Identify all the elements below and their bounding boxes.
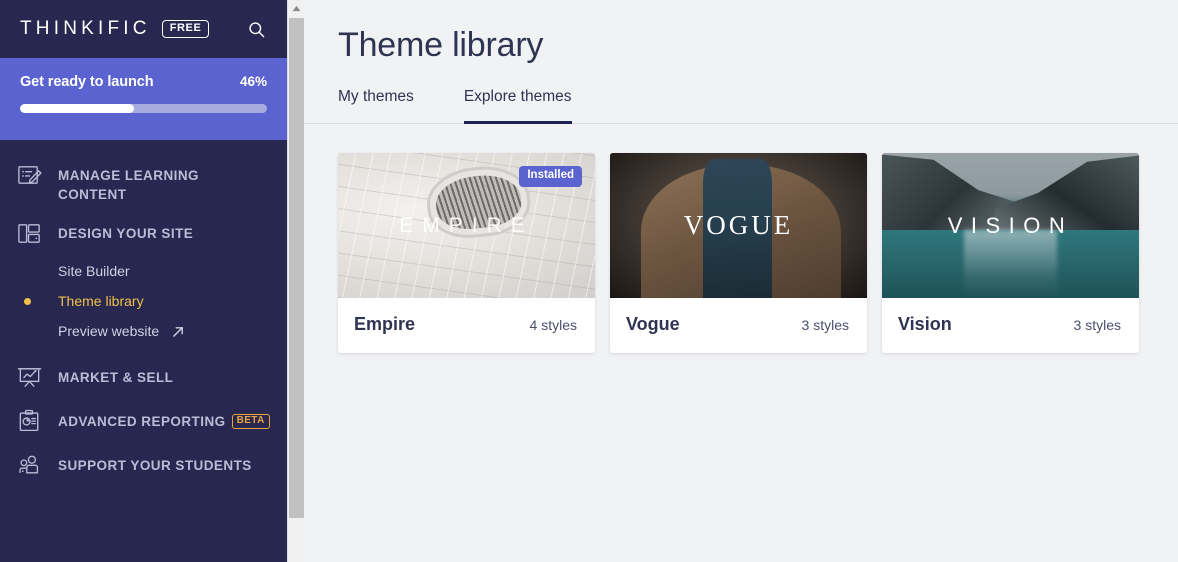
tab-bar: My themes Explore themes — [304, 88, 1178, 124]
sidebar-subitem-theme-library[interactable]: Theme library — [0, 286, 287, 316]
theme-preview-water — [882, 229, 1139, 298]
sidebar: THINKIFIC FREE Get ready to launch 46% M… — [0, 0, 287, 562]
theme-card-grid: EMPIRE Installed Empire 4 styles VOGUE V… — [304, 124, 1178, 353]
theme-name: Vision — [898, 314, 952, 334]
sidebar-item-label: SUPPORT YOUR STUDENTS — [58, 458, 252, 473]
app-root: THINKIFIC FREE Get ready to launch 46% M… — [0, 0, 1178, 562]
theme-card-vogue[interactable]: VOGUE Vogue 3 styles — [610, 153, 867, 353]
launch-progress-panel[interactable]: Get ready to launch 46% — [0, 58, 287, 140]
theme-thumbnail-word: VOGUE — [683, 210, 794, 240]
theme-style-count: 3 styles — [1073, 317, 1121, 333]
sidebar-item-advanced-reporting[interactable]: ADVANCED REPORTING BETA — [0, 400, 287, 444]
thinkific-logo: THINKIFIC — [20, 18, 151, 39]
page-title: Theme library — [338, 26, 544, 64]
theme-name: Vogue — [626, 314, 680, 334]
main-content: Theme library My themes Explore themes E… — [304, 0, 1178, 562]
external-link-icon — [172, 325, 185, 338]
tab-explore-themes[interactable]: Explore themes — [463, 88, 572, 124]
theme-name: Empire — [354, 314, 416, 334]
theme-card-footer: Vision 3 styles — [882, 298, 1139, 353]
theme-style-count: 4 styles — [529, 317, 577, 333]
progress-bar-fill — [20, 104, 134, 113]
theme-card-footer: Vogue 3 styles — [610, 298, 867, 353]
beta-badge: BETA — [231, 414, 270, 429]
theme-card-footer: Empire 4 styles — [338, 298, 595, 353]
sidebar-item-label-text: ADVANCED REPORTING — [58, 414, 226, 429]
presentation-chart-icon — [14, 362, 44, 392]
triangle-up-icon[interactable] — [288, 0, 304, 17]
theme-thumbnail: VISION — [882, 153, 1139, 298]
edit-document-icon — [14, 160, 44, 190]
sidebar-item-label: ADVANCED REPORTING BETA — [58, 408, 270, 431]
plan-badge-free: FREE — [161, 20, 210, 38]
sidebar-item-design-your-site[interactable]: DESIGN YOUR SITE — [0, 212, 287, 256]
status-badge-installed: Installed — [519, 166, 582, 187]
sidebar-scrollbar[interactable] — [287, 0, 304, 562]
active-dot-indicator — [24, 297, 31, 305]
sidebar-nav: MANAGE LEARNING CONTENT DESIGN YOUR SITE… — [0, 140, 287, 562]
theme-style-count: 3 styles — [801, 317, 849, 333]
sidebar-subitem-label: Theme library — [58, 293, 144, 309]
theme-card-vision[interactable]: VISION Vision 3 styles — [882, 153, 1139, 353]
sidebar-item-manage-learning-content[interactable]: MANAGE LEARNING CONTENT — [0, 154, 287, 212]
sidebar-header: THINKIFIC FREE — [0, 0, 287, 58]
sidebar-item-support-your-students[interactable]: SUPPORT YOUR STUDENTS — [0, 444, 287, 488]
clipboard-report-icon — [14, 406, 44, 436]
sidebar-subitem-site-builder[interactable]: Site Builder — [0, 256, 287, 286]
tab-my-themes[interactable]: My themes — [338, 88, 414, 124]
launch-progress-title: Get ready to launch — [20, 74, 154, 90]
theme-card-empire[interactable]: EMPIRE Installed Empire 4 styles — [338, 153, 595, 353]
theme-thumbnail: EMPIRE Installed — [338, 153, 595, 298]
launch-progress-row: Get ready to launch 46% — [20, 74, 267, 90]
scrollbar-thumb[interactable] — [289, 18, 304, 518]
sidebar-item-market-and-sell[interactable]: MARKET & SELL — [0, 356, 287, 400]
sidebar-subitem-preview-website[interactable]: Preview website — [0, 316, 287, 346]
sidebar-item-label: MARKET & SELL — [58, 370, 174, 385]
theme-thumbnail-word: EMPIRE — [399, 213, 534, 237]
search-icon[interactable] — [243, 16, 269, 42]
sidebar-subitem-label: Site Builder — [58, 263, 130, 279]
launch-progress-percent: 46% — [239, 74, 267, 89]
sidebar-item-label: MANAGE LEARNING CONTENT — [58, 168, 199, 202]
sidebar-item-label: DESIGN YOUR SITE — [58, 226, 194, 241]
theme-thumbnail: VOGUE — [610, 153, 867, 298]
layout-panels-icon — [14, 218, 44, 248]
progress-bar-track — [20, 104, 267, 113]
users-group-icon — [14, 450, 44, 480]
sidebar-subitem-label: Preview website — [58, 323, 160, 339]
theme-thumbnail-word: VISION — [947, 212, 1074, 238]
